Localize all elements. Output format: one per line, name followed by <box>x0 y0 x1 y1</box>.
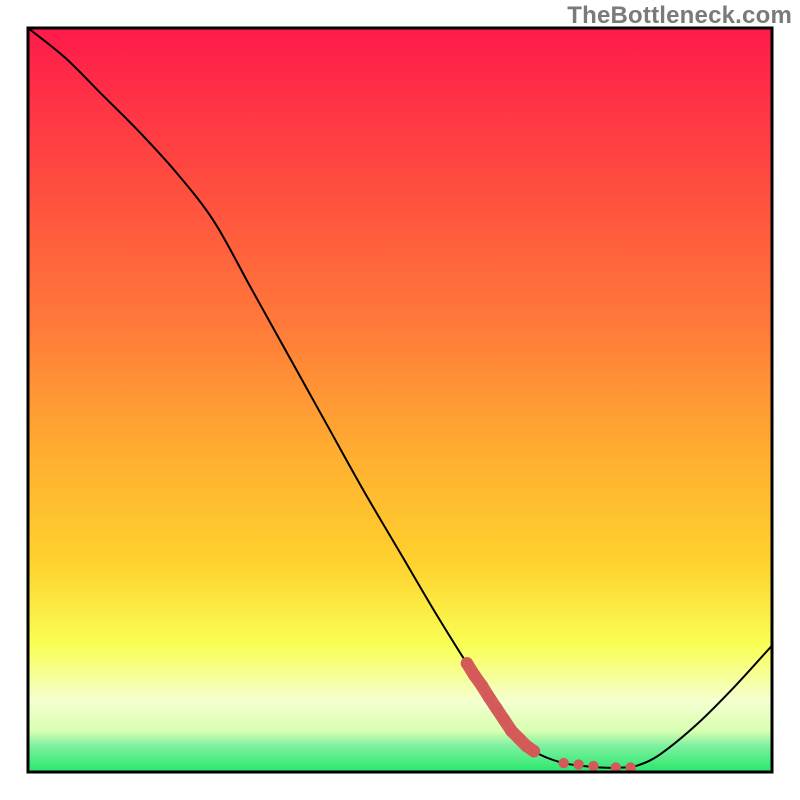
watermark-label: TheBottleneck.com <box>567 2 792 30</box>
bottleneck-chart <box>0 0 800 800</box>
chart-gradient-background <box>28 28 772 772</box>
chart-container: TheBottleneck.com <box>0 0 800 800</box>
